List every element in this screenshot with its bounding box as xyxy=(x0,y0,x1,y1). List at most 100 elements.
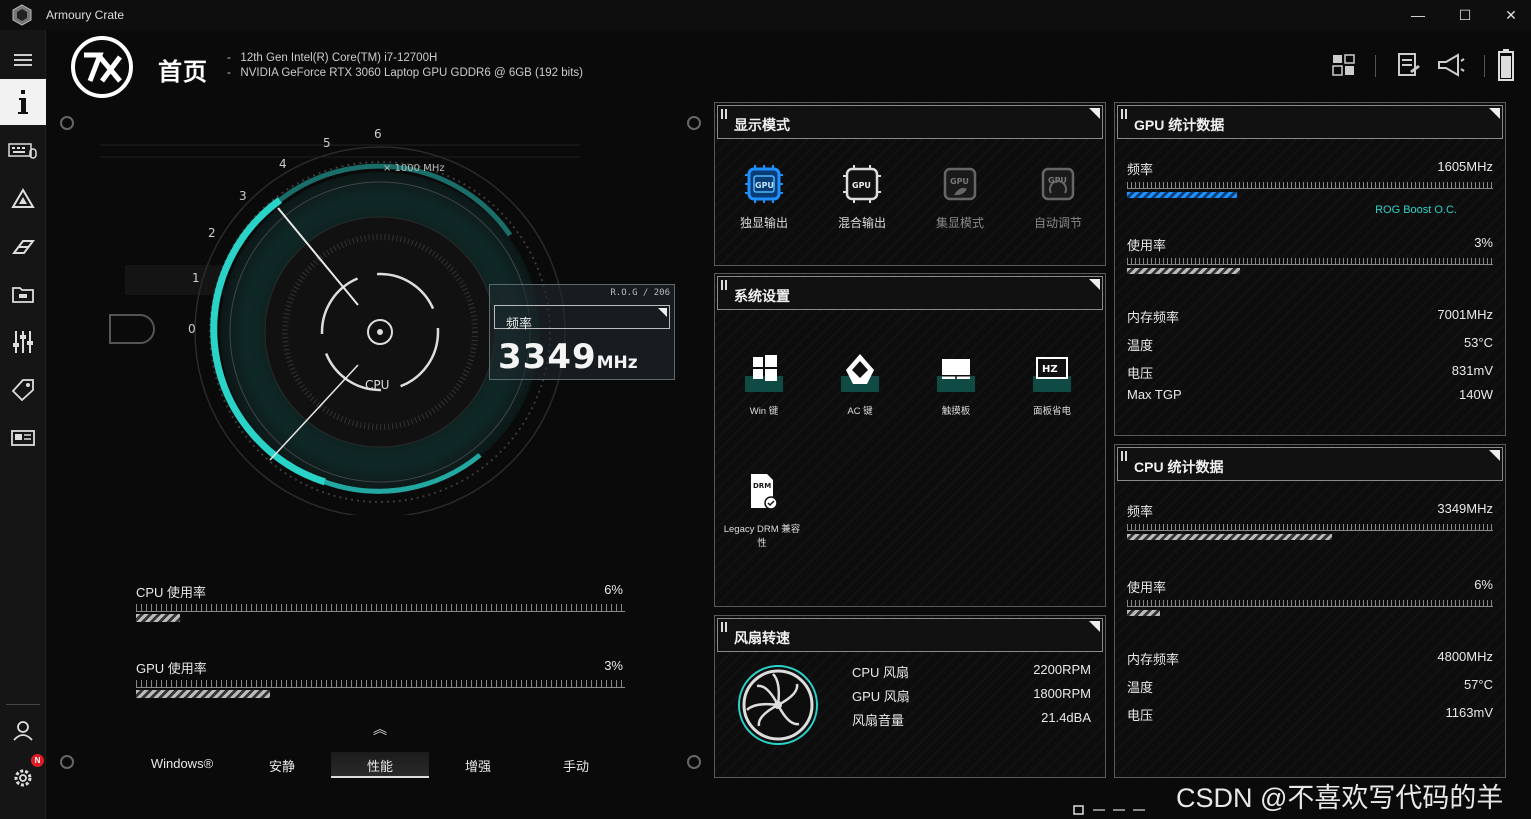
tile-label: Legacy DRM 兼容性 xyxy=(723,524,801,549)
corner-dot xyxy=(687,755,701,769)
layout-icon[interactable] xyxy=(1331,51,1357,79)
gpu-freq-scale xyxy=(1127,182,1493,189)
header-mark xyxy=(1121,451,1127,461)
header-divider-2 xyxy=(1484,55,1485,77)
display-mode-panel: 显示模式 GPU 独显输出 GPU 混合输出 GPU 集显模式 GPU 自动调节 xyxy=(714,102,1106,266)
sidebar-item-game-library[interactable] xyxy=(0,272,46,316)
gpu-usage-stat-scale xyxy=(1127,258,1493,265)
corner-mark xyxy=(1089,108,1100,119)
corner-dot xyxy=(687,116,701,130)
header-mark xyxy=(1121,109,1127,119)
close-button[interactable]: ✕ xyxy=(1500,4,1522,26)
gpu-freq-fill xyxy=(1127,192,1237,198)
notes-icon[interactable] xyxy=(1396,51,1422,79)
corner-mark xyxy=(1089,621,1100,632)
header-divider xyxy=(1375,55,1376,77)
panel-header: 显示模式 xyxy=(717,105,1103,139)
tile-label: 集显模式 xyxy=(935,216,984,230)
display-mode-auto[interactable]: GPU 自动调节 xyxy=(1017,163,1099,231)
minimize-button[interactable]: — xyxy=(1407,4,1429,26)
cpu-usage-row: 使用率 6% xyxy=(1127,577,1493,595)
setting-legacy-drm[interactable]: DRM Legacy DRM 兼容性 xyxy=(721,470,803,549)
fan-row-gpu: GPU 风扇 1800RPM xyxy=(852,686,1091,704)
announcement-icon[interactable] xyxy=(1436,51,1466,79)
setting-ac-key[interactable]: AC 键 xyxy=(819,352,901,417)
armoury-icon xyxy=(12,240,35,254)
page-indicator[interactable] xyxy=(1073,805,1153,815)
setting-win-key[interactable]: Win 键 xyxy=(723,352,805,417)
tile-label: 自动调节 xyxy=(1033,216,1082,230)
sidebar-item-home[interactable] xyxy=(0,79,46,125)
cpu-usage-label: CPU 使用率 xyxy=(136,585,207,600)
gpu-stat-row: Max TGP 140W xyxy=(1127,387,1493,402)
sidebar-item-scenario[interactable] xyxy=(0,320,46,364)
mode-silent[interactable]: 安静 xyxy=(233,756,331,775)
frequency-readout: R.O.G / 206 频率 3349MHz xyxy=(489,284,675,380)
sidebar-item-news[interactable] xyxy=(0,416,46,460)
gpu-usage-row: 使用率 3% xyxy=(1127,235,1493,253)
panel-header: CPU 统计数据 xyxy=(1117,447,1503,481)
gpu-spec: - NVIDIA GeForce RTX 3060 Laptop GPU GDD… xyxy=(227,67,583,79)
header-mark xyxy=(721,280,727,290)
display-mode-hybrid[interactable]: GPU 混合输出 xyxy=(821,163,903,231)
tile-label: Win 键 xyxy=(749,406,779,417)
cpu-freq-fill xyxy=(1127,534,1332,540)
sidebar-item-deals[interactable] xyxy=(0,368,46,412)
dial-center-label: CPU xyxy=(365,378,389,392)
watermark: CSDN @不喜欢写代码的羊 xyxy=(1176,783,1504,813)
gpu-auto-icon: GPU xyxy=(1041,167,1075,201)
sidebar-item-user[interactable] xyxy=(0,708,46,752)
rog-boost-label: ROG Boost O.C. xyxy=(1375,204,1457,216)
mode-performance[interactable]: 性能 xyxy=(331,752,429,778)
sidebar-item-device[interactable] xyxy=(0,128,46,172)
user-icon xyxy=(13,721,33,741)
keyboard-mouse-icon xyxy=(8,143,37,159)
cpu-spec: - 12th Gen Intel(R) Core(TM) i7-12700H xyxy=(227,52,438,64)
gpu-usage-scale xyxy=(136,680,625,688)
mode-manual[interactable]: 手动 xyxy=(527,756,625,775)
corner-mark xyxy=(1489,108,1500,119)
gpu-stat-row: 内存频率 7001MHz xyxy=(1127,307,1493,325)
menu-icon[interactable] xyxy=(0,38,46,82)
display-mode-dgpu[interactable]: GPU 独显输出 xyxy=(723,163,805,231)
corner-mark xyxy=(1089,279,1100,290)
gpu-chip-icon: GPU xyxy=(843,165,881,203)
tile-label: 面板省电 xyxy=(1032,406,1071,417)
dial-tick: 1 xyxy=(192,271,200,285)
sidebar-item-aura[interactable] xyxy=(0,177,46,221)
setting-panel-power-saver[interactable]: HZ 面板省电 xyxy=(1011,352,1093,417)
tile-label: 触摸板 xyxy=(941,406,971,417)
cpu-stat-row: 电压 1163mV xyxy=(1127,705,1493,723)
rog-tag: R.O.G / 206 xyxy=(610,288,670,298)
dial-tick: 6 xyxy=(374,127,382,141)
page-title: 首页 xyxy=(158,59,208,86)
gpu-chip-active-icon: GPU xyxy=(745,165,783,203)
cpu-freq-row: 频率 3349MHz xyxy=(1127,501,1493,519)
chevron-up-icon[interactable]: ︽ xyxy=(369,719,391,737)
cpu-usage-scale xyxy=(136,604,625,612)
mode-turbo[interactable]: 增强 xyxy=(429,756,527,775)
gear-icon xyxy=(14,769,32,787)
sidebar: N xyxy=(0,30,46,819)
info-icon xyxy=(18,90,28,114)
cpu-usage-value: 6% xyxy=(604,582,623,597)
dial-tick: 5 xyxy=(323,136,331,150)
panel-title: 系统设置 xyxy=(734,288,790,304)
mode-windows[interactable]: Windows® xyxy=(133,756,231,771)
maximize-button[interactable]: ☐ xyxy=(1454,4,1476,26)
folder-game-icon xyxy=(12,287,34,303)
cpu-freq-scale xyxy=(1127,524,1493,531)
dial-tick: 2 xyxy=(208,226,216,240)
corner-dot xyxy=(60,116,74,130)
dial-tick: 0 xyxy=(188,322,196,336)
svg-text:GPU: GPU xyxy=(852,181,871,190)
panel-power-saver-icon: HZ xyxy=(1033,357,1071,392)
mode-logo-icon xyxy=(71,36,133,98)
display-mode-igpu[interactable]: GPU 集显模式 xyxy=(919,163,1001,231)
setting-touchpad[interactable]: 触摸板 xyxy=(915,352,997,417)
sidebar-item-armoury[interactable] xyxy=(0,225,46,269)
gpu-eco-icon: GPU xyxy=(943,167,977,201)
windows-key-icon xyxy=(745,355,783,392)
fan-row-noise: 风扇音量 21.4dBA xyxy=(852,710,1091,728)
freq-value: 3349MHz xyxy=(498,337,638,377)
